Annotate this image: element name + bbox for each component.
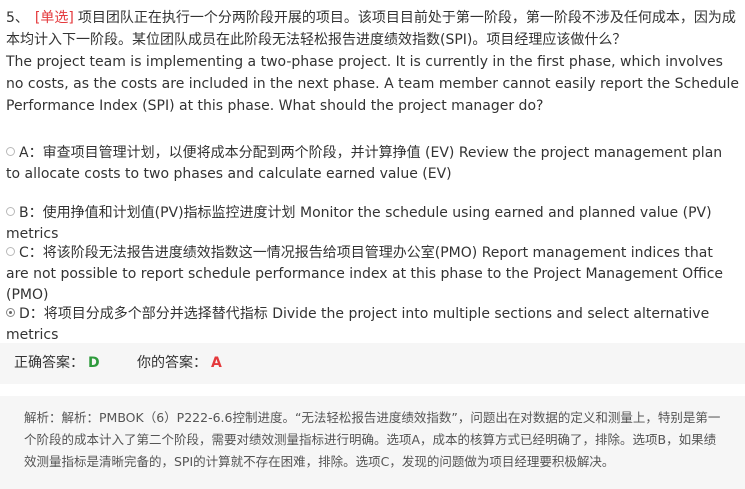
your-answer-label: 你的答案： (137, 355, 207, 371)
option-a-label: A：审查项目管理计划，以便将成本分配到两个阶段，并计算挣值 (EV) Revie… (6, 145, 723, 182)
question-stem: 5、 [单选] 项目团队正在执行一个分两阶段开展的项目。该项目目前处于第一阶段，第一… (6, 7, 739, 117)
option-b[interactable]: B：使用挣值和计划值(PV)指标监控进度计划 Monitor the sched… (6, 203, 739, 245)
option-b-label: B：使用挣值和计划值(PV)指标监控进度计划 Monitor the sched… (6, 205, 712, 242)
your-answer: 你的答案： A (137, 343, 222, 384)
radio-icon[interactable] (6, 147, 15, 156)
correct-answer-value: D (88, 355, 100, 371)
radio-selected-icon[interactable] (6, 308, 15, 317)
your-answer-value: A (211, 355, 222, 371)
option-d[interactable]: D：将项目分成多个部分并选择替代指标 Divide the project in… (6, 304, 739, 346)
question-type-tag: [单选] (34, 10, 74, 26)
radio-icon[interactable] (6, 207, 15, 216)
question-text-en: The project team is implementing a two-p… (6, 54, 739, 114)
option-c-label: C：将该阶段无法报告进度绩效指数这一情况报告给项目管理办公室(PMO) Repo… (6, 245, 724, 303)
question-text-cn: 项目团队正在执行一个分两阶段开展的项目。该项目目前处于第一阶段，第一阶段不涉及任… (6, 10, 736, 48)
option-d-label: D：将项目分成多个部分并选择替代指标 Divide the project in… (6, 306, 710, 343)
explanation-panel: 解析：解析：PMBOK（6）P222-6.6控制进度。“无法轻松报告进度绩效指数… (0, 396, 745, 489)
question-number: 5、 (6, 10, 29, 26)
option-a[interactable]: A：审查项目管理计划，以便将成本分配到两个阶段，并计算挣值 (EV) Revie… (6, 143, 739, 185)
correct-answer: 正确答案： D (14, 343, 100, 384)
explanation-text: 解析：解析：PMBOK（6）P222-6.6控制进度。“无法轻松报告进度绩效指数… (24, 410, 721, 469)
correct-answer-label: 正确答案： (14, 355, 84, 371)
option-c[interactable]: C：将该阶段无法报告进度绩效指数这一情况报告给项目管理办公室(PMO) Repo… (6, 243, 739, 306)
answer-summary: 正确答案： D 你的答案： A (0, 343, 745, 384)
radio-icon[interactable] (6, 247, 15, 256)
